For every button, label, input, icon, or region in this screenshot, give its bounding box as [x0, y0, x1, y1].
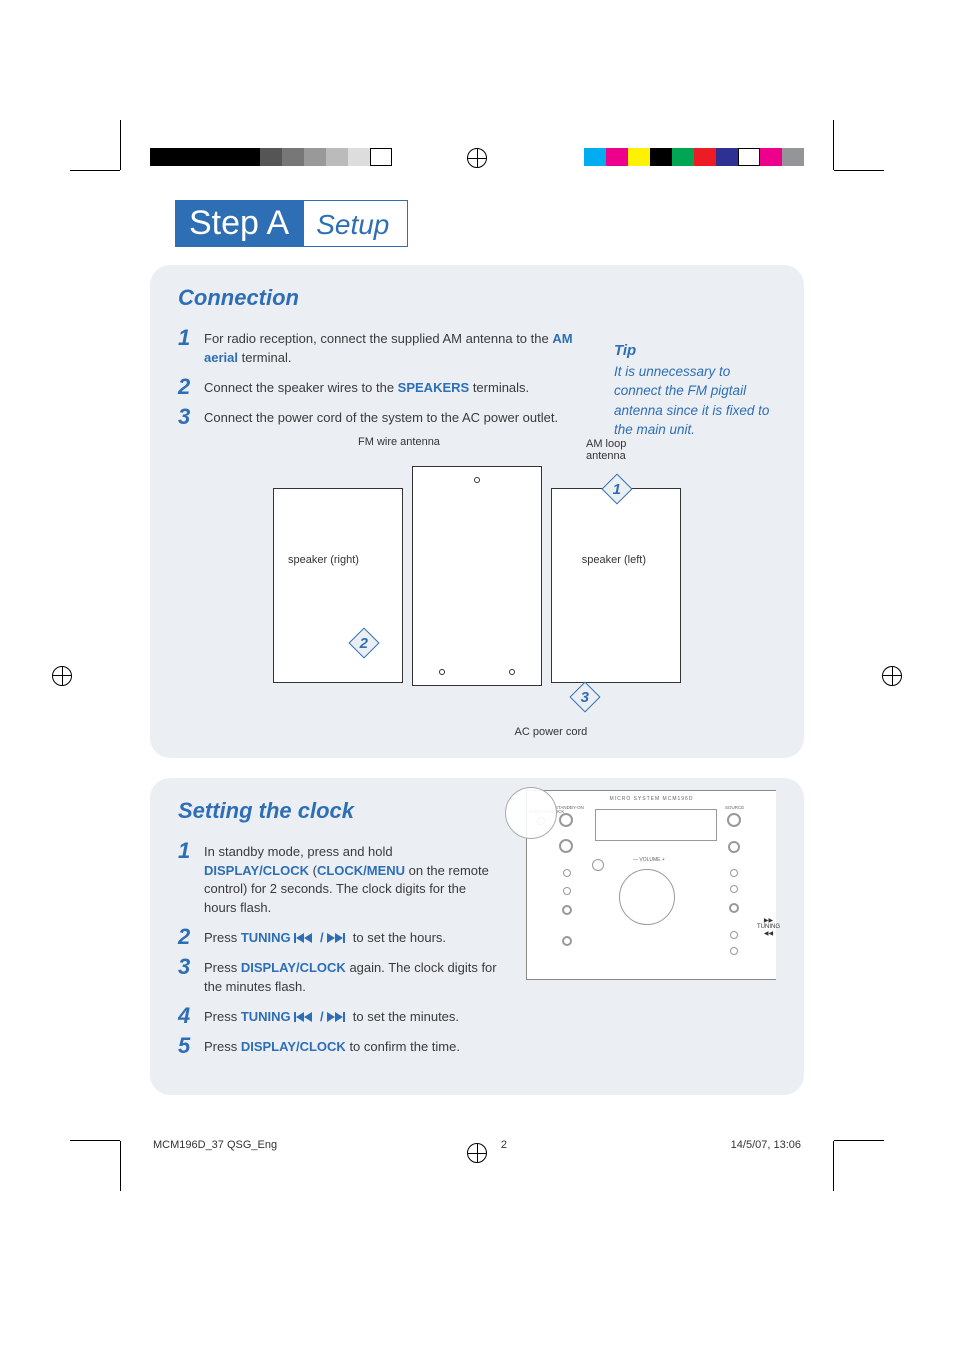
step-text: Press TUNING / to set the minutes. [204, 1005, 459, 1027]
clock-card: Setting the clock 1 In standby mode, pres… [150, 778, 804, 1095]
button-icon [729, 903, 739, 913]
tip-box: Tip It is unnecessary to connect the FM … [614, 340, 774, 440]
display-screen [595, 809, 717, 841]
button-icon [728, 841, 740, 853]
step-number: 2 [178, 926, 192, 948]
registration-mark-icon [467, 148, 487, 168]
button-icon [730, 869, 738, 877]
button-icon [730, 947, 738, 955]
step-text: Press DISPLAY/CLOCK again. The clock dig… [204, 956, 498, 997]
fm-antenna-label: FM wire antenna [358, 436, 440, 448]
prev-track-icon [294, 933, 316, 943]
footer-date: 14/5/07, 13:06 [731, 1139, 801, 1151]
tip-body: It is unnecessary to connect the FM pigt… [614, 362, 774, 440]
standby-button-icon [559, 813, 573, 827]
registration-mark-icon [52, 666, 72, 686]
step-number: 4 [178, 1005, 192, 1027]
callout-bubble-icon [505, 787, 557, 839]
page-content: Step A Setup Connection 1 For radio recep… [150, 200, 804, 1111]
crop-mark [834, 1140, 884, 1141]
step-number: 3 [178, 956, 192, 978]
registration-mark-icon [882, 666, 902, 686]
step-text: In standby mode, press and hold DISPLAY/… [204, 840, 498, 918]
colorbar-grayscale [150, 148, 392, 166]
volume-label: — VOLUME + [633, 857, 665, 863]
step-text: For radio reception, connect the supplie… [204, 327, 584, 368]
button-icon [559, 839, 573, 853]
step-text: Press DISPLAY/CLOCK to confirm the time. [204, 1035, 460, 1057]
connection-card: Connection 1 For radio reception, connect… [150, 265, 804, 758]
speaker-left-box [551, 488, 681, 683]
clock-heading: Setting the clock [178, 798, 510, 824]
step-text: Connect the speaker wires to the SPEAKER… [204, 376, 529, 398]
device-model-label: MICRO SYSTEM MCM196D [610, 796, 694, 802]
button-icon [730, 885, 738, 893]
step-text: Connect the power cord of the system to … [204, 406, 558, 428]
source-button-icon [727, 813, 741, 827]
next-track-icon [327, 1012, 349, 1022]
step-number: 2 [178, 376, 192, 398]
next-track-icon [327, 933, 349, 943]
step-number: 1 [178, 327, 192, 349]
step-text: Press TUNING / to set the hours. [204, 926, 446, 948]
button-icon [563, 887, 571, 895]
speaker-left-label: speaker (left) [582, 554, 646, 566]
tuning-callout: ▶▶TUNING◀◀ [757, 917, 780, 937]
connection-diagram: FM wire antenna AM loop antenna speaker … [178, 436, 776, 736]
speaker-right-label: speaker (right) [288, 554, 359, 566]
footer-page: 2 [501, 1139, 507, 1151]
button-icon [563, 869, 571, 877]
page-footer: MCM196D_37 QSG_Eng 2 14/5/07, 13:06 [153, 1139, 801, 1151]
step-number: 3 [178, 406, 192, 428]
crop-mark [120, 120, 121, 170]
footer-doc: MCM196D_37 QSG_Eng [153, 1139, 277, 1151]
source-label: SOURCE [725, 805, 744, 810]
speaker-right-box [273, 488, 403, 683]
step-header: Step A Setup [175, 200, 804, 247]
colorbar-color [584, 148, 804, 166]
step-title: Setup [303, 200, 408, 247]
crop-mark [120, 1141, 121, 1191]
button-icon [592, 859, 604, 871]
device-front-panel: MICRO SYSTEM MCM196D DISPLAY/CLOCK STAND… [526, 790, 776, 980]
callout-3-icon: 3 [569, 681, 600, 712]
step-number: 5 [178, 1035, 192, 1057]
ac-cord-label: AC power cord [501, 726, 601, 738]
crop-mark [833, 120, 834, 170]
tip-title: Tip [614, 340, 774, 362]
button-icon [562, 905, 572, 915]
standby-label: STANDBY-ON [555, 805, 584, 810]
step-badge: Step A [175, 200, 303, 247]
crop-mark [833, 1141, 834, 1191]
connection-heading: Connection [178, 285, 776, 311]
crop-mark [70, 170, 120, 171]
button-icon [730, 931, 738, 939]
am-antenna-label: AM loop antenna [586, 438, 656, 462]
button-icon [562, 936, 572, 946]
prev-track-icon [294, 1012, 316, 1022]
crop-mark [834, 170, 884, 171]
system-box [412, 466, 542, 686]
step-number: 1 [178, 840, 192, 862]
crop-mark [70, 1140, 120, 1141]
volume-knob-icon [619, 869, 675, 925]
